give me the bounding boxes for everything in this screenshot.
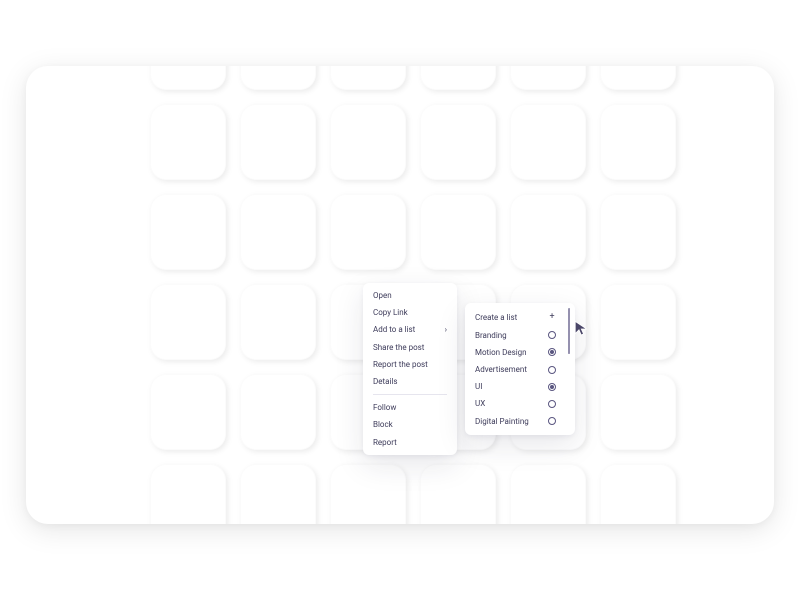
context-menu-item-label: Report [373,437,397,448]
grid-tile[interactable] [600,464,676,524]
grid-tile[interactable] [600,104,676,180]
grid-tile[interactable] [330,66,406,90]
create-list-label: Create a list [475,312,517,323]
grid-tile[interactable] [420,104,496,180]
context-menu-item-label: Block [373,419,393,430]
grid-tile[interactable] [330,194,406,270]
context-menu-item-label: Report the post [373,359,428,370]
context-menu-item[interactable]: Report the post [363,356,457,373]
radio-icon[interactable] [548,400,556,408]
grid-tile[interactable] [150,66,226,90]
grid-tile[interactable] [420,66,496,90]
chevron-right-icon: › [445,324,447,335]
grid-tile[interactable] [420,464,496,524]
grid-tile[interactable] [240,284,316,360]
context-menu-item[interactable]: Share the post [363,339,457,356]
grid-tile[interactable] [510,194,586,270]
grid-tile[interactable] [600,194,676,270]
radio-icon[interactable] [548,417,556,425]
radio-icon[interactable] [548,366,556,374]
list-option-label: UI [475,381,482,392]
grid-tile[interactable] [600,374,676,450]
grid-tile[interactable] [150,104,226,180]
grid-tile[interactable] [240,104,316,180]
grid-tile[interactable] [330,104,406,180]
context-menu-item[interactable]: Block [363,416,457,433]
radio-icon[interactable] [548,383,556,391]
context-menu-item[interactable]: Details [363,373,457,390]
grid-tile[interactable] [150,284,226,360]
list-option-label: UX [475,398,485,409]
context-menu: Open Copy Link Add to a list › Share the pos… [363,283,457,455]
radio-icon[interactable] [548,348,556,356]
grid-tile[interactable] [330,464,406,524]
list-option[interactable]: Branding [465,327,564,344]
context-menu-item-label: Details [373,376,397,387]
grid-tile[interactable] [150,374,226,450]
list-option-label: Digital Painting [475,416,529,427]
create-list-item[interactable]: Create a list + [465,308,564,327]
submenu-scrollbar[interactable] [568,308,571,430]
context-menu-item-label: Copy Link [373,307,408,318]
grid-tile[interactable] [240,374,316,450]
grid-tile[interactable] [240,194,316,270]
grid-tile[interactable] [150,464,226,524]
grid-tile[interactable] [150,194,226,270]
context-menu-item-label: Follow [373,402,396,413]
grid-tile[interactable] [240,66,316,90]
radio-icon[interactable] [548,331,556,339]
context-menu-item[interactable]: Copy Link [363,304,457,321]
list-option-label: Advertisement [475,364,527,375]
grid-tile[interactable] [510,464,586,524]
context-menu-item[interactable]: Report [363,434,457,451]
list-option[interactable]: UX [465,395,564,412]
context-menu-item[interactable]: Add to a list › [363,321,457,338]
grid-tile[interactable] [510,66,586,90]
add-to-list-submenu: Create a list + Branding Motion Design Adv… [465,303,575,435]
grid-tile[interactable] [420,194,496,270]
context-menu-item-label: Share the post [373,342,424,353]
grid-tile[interactable] [600,284,676,360]
context-menu-item[interactable]: Open [363,287,457,304]
grid-tile[interactable] [240,464,316,524]
context-menu-item-label: Add to a list [373,324,415,335]
list-option[interactable]: Motion Design [465,344,564,361]
list-option[interactable]: UI [465,378,564,395]
grid-tile[interactable] [600,66,676,90]
context-menu-item[interactable]: Follow [363,399,457,416]
list-option-label: Branding [475,330,507,341]
list-option-label: Motion Design [475,347,527,358]
context-menu-item-label: Open [373,290,392,301]
grid-tile[interactable] [510,104,586,180]
list-option[interactable]: Advertisement [465,361,564,378]
menu-separator [373,394,447,395]
list-option[interactable]: Digital Painting [465,413,564,430]
plus-icon: + [548,311,556,324]
